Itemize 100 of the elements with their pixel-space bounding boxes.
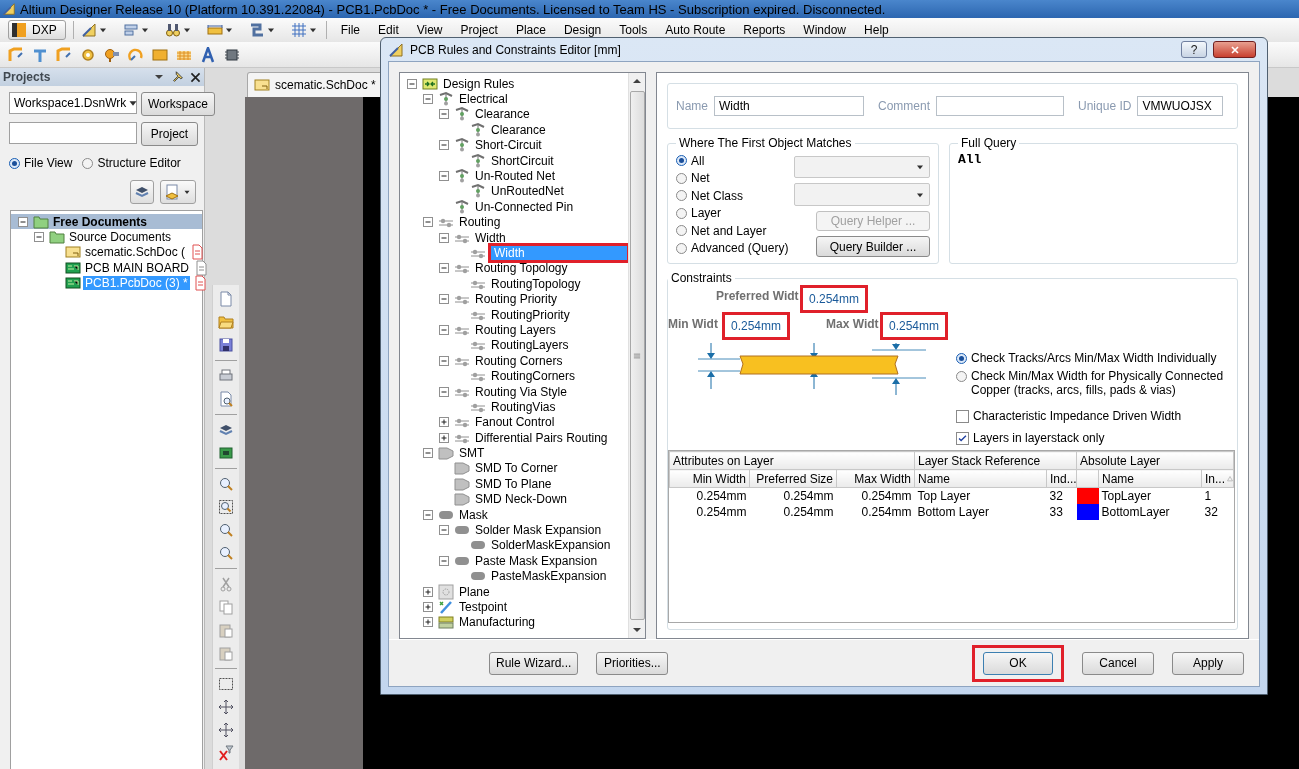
dialog-button[interactable]: Cancel (1082, 651, 1154, 675)
expand-icon[interactable] (420, 599, 436, 615)
menu-item[interactable]: View (409, 23, 450, 37)
zoom-icon[interactable] (217, 545, 234, 561)
rule-tree-item[interactable]: Width (472, 230, 509, 245)
document-item[interactable]: PCB MAIN BOARD (83, 260, 191, 275)
rule-tree-item[interactable]: Routing (456, 215, 504, 230)
workspace-dropdown[interactable]: Workspace1.DsnWrk (9, 92, 137, 114)
radio-button[interactable]: Advanced (Query) (676, 239, 788, 257)
close-icon[interactable] (189, 70, 202, 84)
route-track-icon[interactable] (8, 46, 24, 63)
project-button[interactable]: Project (141, 122, 198, 146)
scissors-icon[interactable] (217, 576, 234, 592)
toolbar-button[interactable] (160, 180, 196, 204)
layer-stack-icon[interactable] (217, 422, 234, 438)
document-item[interactable]: Source Documents (67, 230, 174, 245)
comment-field[interactable] (936, 96, 1065, 116)
radio-button[interactable]: File View (9, 154, 73, 172)
circuit-board-icon[interactable] (217, 445, 234, 461)
rule-tree-item[interactable]: Short-Circuit (472, 138, 545, 153)
rule-tree-item[interactable]: Electrical (456, 92, 511, 107)
rule-tree-item[interactable]: SolderMaskExpansion (488, 538, 614, 553)
rule-tree-item[interactable]: Solder Mask Expansion (472, 523, 605, 537)
menu-item[interactable]: Reports (736, 23, 793, 37)
radio-button[interactable]: Structure Editor (82, 154, 181, 172)
menu-item[interactable]: File (333, 23, 368, 37)
zoom-icon[interactable] (217, 522, 234, 538)
rule-tree-item[interactable]: Un-Connected Pin (472, 199, 577, 214)
printer-icon[interactable] (217, 368, 234, 384)
clear-filter-icon[interactable] (217, 745, 234, 761)
unique-id-field[interactable]: VMWUOJSX (1137, 96, 1224, 116)
document-item[interactable]: scematic.SchDoc ( (83, 245, 188, 260)
paste-icon[interactable] (217, 645, 234, 661)
rule-tree-item[interactable]: RoutingLayers (488, 338, 572, 353)
rule-tree-item[interactable]: Routing Corners (472, 353, 566, 368)
dialog-button[interactable]: OK (983, 651, 1053, 675)
menu-item[interactable]: Window (796, 23, 854, 37)
rule-tree-item[interactable]: Un-Routed Net (472, 169, 559, 184)
rule-tree-item[interactable]: SMD To Corner (472, 461, 561, 476)
rule-tree-item[interactable]: Routing Via Style (472, 384, 570, 399)
net-dropdown[interactable] (794, 156, 930, 179)
dialog-button[interactable]: Rule Wizard... (489, 651, 579, 675)
pad-icon[interactable] (104, 46, 120, 63)
rule-tree-item[interactable]: Manufacturing (456, 615, 539, 630)
copy-icon[interactable] (217, 599, 234, 615)
rule-tree-item[interactable]: Clearance (472, 107, 533, 122)
menu-item[interactable]: Help (857, 23, 896, 37)
dashed-rectangle-icon[interactable] (217, 676, 234, 692)
menu-item[interactable]: Project (453, 23, 505, 37)
rule-tree-item[interactable]: Fanout Control (472, 415, 558, 430)
new-document-icon[interactable] (217, 291, 234, 307)
menu-item[interactable]: Design (556, 23, 609, 37)
menu-item[interactable]: Place (508, 23, 553, 37)
checkbox[interactable]: Characteristic Impedance Driven Width (956, 409, 1237, 423)
rule-tree-item[interactable]: Routing Priority (472, 292, 561, 307)
rule-tree-item[interactable]: RoutingPriority (488, 307, 573, 322)
radio-button[interactable]: Layer (676, 204, 788, 222)
close-button[interactable] (1213, 41, 1256, 58)
radio-button[interactable]: Net Class (676, 187, 788, 205)
text-tool-icon[interactable] (200, 46, 216, 63)
rule-tree-item[interactable]: ShortCircuit (488, 153, 557, 168)
snap-icon[interactable] (248, 22, 265, 38)
rule-tree-item[interactable]: Differential Pairs Routing (472, 430, 611, 445)
chip-icon[interactable] (224, 46, 240, 63)
query-builder-button[interactable]: Query Builder ... (816, 236, 930, 257)
fill-rectangle-icon[interactable] (152, 46, 168, 63)
dxp-button[interactable]: DXP (8, 20, 66, 40)
radio-button[interactable]: Check Tracks/Arcs Min/Max Width Individually (956, 351, 1237, 365)
move-cross-icon[interactable] (217, 699, 234, 715)
move-cross-icon[interactable] (217, 722, 234, 738)
toolbar-button[interactable] (130, 180, 154, 204)
radio-button[interactable]: Net and Layer (676, 222, 788, 240)
width-value-field[interactable]: 0.254mm (725, 315, 788, 337)
zoom-area-icon[interactable] (217, 499, 234, 515)
project-search-field[interactable] (9, 122, 137, 144)
via-icon[interactable] (80, 46, 96, 63)
rule-tree-item[interactable]: Plane (456, 584, 493, 599)
rule-tree-item[interactable]: UnRoutedNet (488, 184, 567, 199)
paste-icon[interactable] (217, 622, 234, 638)
document-tab[interactable]: scematic.SchDoc * (247, 72, 383, 97)
rule-tree-item[interactable]: Mask (456, 507, 491, 522)
rule-tree-item[interactable]: RoutingCorners (488, 369, 579, 384)
rule-tree-item[interactable]: RoutingTopology (488, 276, 584, 291)
checkbox[interactable]: Layers in layerstack only (956, 431, 1237, 445)
rule-tree-item[interactable]: PasteMaskExpansion (488, 569, 610, 584)
width-value-field[interactable]: 0.254mm (803, 288, 866, 310)
rule-tree-item[interactable]: Clearance (488, 122, 549, 137)
arc-icon[interactable] (128, 46, 144, 63)
width-value-field[interactable]: 0.254mm (883, 315, 946, 337)
rule-tree-item[interactable]: RoutingVias (488, 399, 559, 414)
scrollbar-thumb[interactable] (629, 91, 645, 620)
zoom-icon[interactable] (217, 476, 234, 492)
rule-tree-item[interactable]: Paste Mask Expansion (472, 553, 601, 568)
menu-item[interactable]: Auto Route (658, 23, 733, 37)
rule-tree-item[interactable]: SMD Neck-Down (472, 492, 570, 507)
help-button[interactable]: ? (1181, 41, 1207, 58)
ruler-pencil-icon[interactable] (80, 22, 97, 38)
dialog-button[interactable]: Apply (1172, 651, 1244, 675)
menu-item[interactable]: Edit (371, 23, 406, 37)
route-track-icon[interactable] (56, 46, 72, 63)
